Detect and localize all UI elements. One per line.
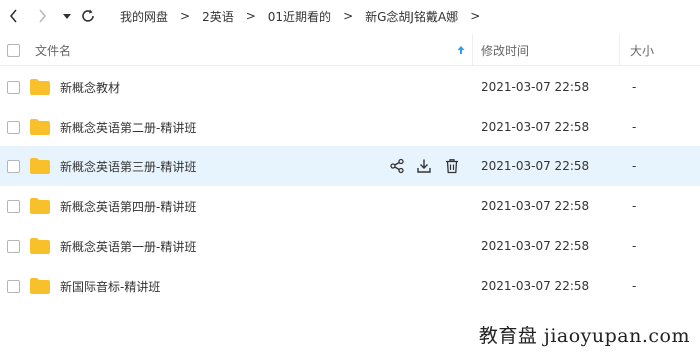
chevron-left-icon[interactable] xyxy=(4,6,24,26)
file-size: - xyxy=(632,80,637,94)
trash-icon[interactable] xyxy=(443,157,461,175)
file-size: - xyxy=(632,279,637,293)
row-checkbox[interactable] xyxy=(7,266,20,306)
sort-up-icon[interactable] xyxy=(456,34,466,66)
file-modified: 2021-03-07 22:58 xyxy=(481,80,590,94)
column-header-modified[interactable]: 修改时间 xyxy=(481,34,529,66)
folder-icon xyxy=(30,146,50,186)
file-size: - xyxy=(632,120,637,134)
row-checkbox[interactable] xyxy=(7,146,20,186)
file-row[interactable]: 新概念英语第二册-精讲班 2021-03-07 22:58 - xyxy=(0,107,700,147)
file-name[interactable]: 新概念教材 xyxy=(60,67,120,107)
row-checkbox[interactable] xyxy=(7,67,20,107)
breadcrumb-item-english[interactable]: 2英语 xyxy=(202,8,234,25)
breadcrumb-item-current[interactable]: 新G念胡J铭戴A娜 xyxy=(365,8,458,25)
file-name[interactable]: 新概念英语第四册-精讲班 xyxy=(60,186,196,226)
file-row-hovered[interactable]: 新概念英语第三册-精讲班 2021-03-07 22:58 - xyxy=(0,146,700,186)
file-list-header: 文件名 修改时间 大小 xyxy=(0,34,700,66)
folder-icon xyxy=(30,226,50,266)
file-row[interactable]: 新国际音标-精讲班 2021-03-07 22:58 - xyxy=(0,266,700,306)
file-name[interactable]: 新概念英语第二册-精讲班 xyxy=(60,107,196,147)
file-name[interactable]: 新国际音标-精讲班 xyxy=(60,266,160,306)
refresh-icon[interactable] xyxy=(78,6,98,26)
breadcrumb-item-recent[interactable]: 01近期看的 xyxy=(268,8,331,25)
file-size: - xyxy=(632,199,637,213)
file-size: - xyxy=(632,159,637,173)
breadcrumb: 我的网盘 > 2英语 > 01近期看的 > 新G念胡J铭戴A娜 > xyxy=(120,0,492,32)
file-row[interactable]: 新概念英语第四册-精讲班 2021-03-07 22:58 - xyxy=(0,186,700,226)
row-checkbox[interactable] xyxy=(7,186,20,226)
file-modified: 2021-03-07 22:58 xyxy=(481,239,590,253)
file-modified: 2021-03-07 22:58 xyxy=(481,279,590,293)
breadcrumb-separator: > xyxy=(343,9,354,23)
download-icon[interactable] xyxy=(415,157,433,175)
breadcrumb-separator: > xyxy=(180,9,191,23)
folder-icon xyxy=(30,67,50,107)
file-name[interactable]: 新概念英语第三册-精讲班 xyxy=(60,146,196,186)
file-row[interactable]: 新概念教材 2021-03-07 22:58 - xyxy=(0,67,700,107)
watermark: 教育盘 jiaoyupan.com xyxy=(478,325,690,347)
breadcrumb-separator: > xyxy=(470,9,481,23)
column-divider[interactable] xyxy=(472,34,473,66)
column-header-name[interactable]: 文件名 xyxy=(35,34,71,66)
breadcrumb-item-root[interactable]: 我的网盘 xyxy=(120,8,168,25)
share-icon[interactable] xyxy=(388,157,406,175)
row-checkbox[interactable] xyxy=(7,226,20,266)
folder-icon xyxy=(30,186,50,226)
column-divider[interactable] xyxy=(619,34,620,66)
row-checkbox[interactable] xyxy=(7,107,20,147)
folder-icon xyxy=(30,107,50,147)
caret-down-icon[interactable] xyxy=(57,6,77,26)
toolbar: 我的网盘 > 2英语 > 01近期看的 > 新G念胡J铭戴A娜 > xyxy=(0,0,700,32)
file-name[interactable]: 新概念英语第一册-精讲班 xyxy=(60,226,196,266)
file-size: - xyxy=(632,239,637,253)
file-modified: 2021-03-07 22:58 xyxy=(481,120,590,134)
chevron-right-icon[interactable] xyxy=(32,6,52,26)
file-row[interactable]: 新概念英语第一册-精讲班 2021-03-07 22:58 - xyxy=(0,226,700,266)
select-all-checkbox[interactable] xyxy=(7,34,20,66)
file-modified: 2021-03-07 22:58 xyxy=(481,159,590,173)
file-modified: 2021-03-07 22:58 xyxy=(481,199,590,213)
breadcrumb-separator: > xyxy=(245,9,256,23)
folder-icon xyxy=(30,266,50,306)
column-header-size[interactable]: 大小 xyxy=(630,34,654,66)
